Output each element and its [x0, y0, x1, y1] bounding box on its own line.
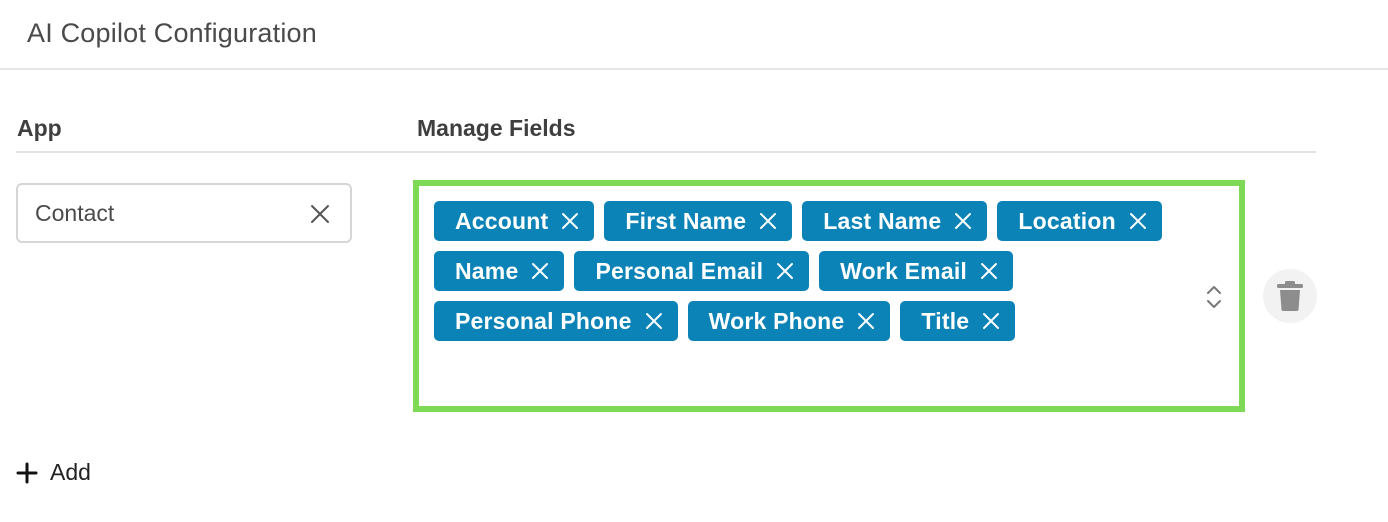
column-header-manage-fields: Manage Fields [417, 115, 576, 141]
selected-fields-list: Account First Name Last Name Location Name Pe… [434, 201, 1194, 341]
column-header-app: App [17, 115, 62, 141]
field-chip-label: Location [1018, 207, 1116, 234]
add-button[interactable]: Add [16, 459, 91, 486]
field-chip: Work Email [819, 251, 1014, 291]
field-chip-label: Account [455, 207, 549, 234]
chevron-up-down-icon[interactable] [1203, 282, 1225, 312]
field-chip-label: Name [455, 257, 519, 284]
field-chip: Name [434, 251, 565, 291]
close-icon[interactable] [981, 311, 1001, 331]
close-icon[interactable] [530, 261, 550, 281]
close-icon[interactable] [308, 202, 332, 226]
title-divider [0, 68, 1388, 70]
field-chip: Last Name [802, 201, 988, 241]
field-chip-label: Personal Phone [455, 307, 632, 334]
field-chip: First Name [604, 201, 793, 241]
close-icon[interactable] [775, 261, 795, 281]
close-icon[interactable] [1128, 211, 1148, 231]
field-chip-label: Last Name [823, 207, 942, 234]
field-chip: Personal Phone [434, 301, 678, 341]
field-chip-label: Work Email [840, 257, 968, 284]
field-chip: Account [434, 201, 595, 241]
close-icon[interactable] [758, 211, 778, 231]
field-chip: Work Phone [687, 301, 891, 341]
field-chip: Location [997, 201, 1162, 241]
add-label: Add [50, 459, 91, 485]
field-chip-label: Work Phone [708, 307, 845, 334]
field-chip: Title [900, 301, 1016, 341]
close-icon[interactable] [953, 211, 973, 231]
field-chip-label: Personal Email [595, 257, 764, 284]
field-chip-label: First Name [625, 207, 747, 234]
page-title: AI Copilot Configuration [27, 18, 317, 48]
close-icon[interactable] [979, 261, 999, 281]
field-chip-label: Title [921, 307, 970, 334]
app-select[interactable]: Contact [16, 183, 352, 243]
delete-row-button[interactable] [1263, 269, 1317, 323]
close-icon[interactable] [644, 311, 664, 331]
header-divider [16, 151, 1316, 153]
close-icon[interactable] [560, 211, 580, 231]
manage-fields-multiselect[interactable]: Account First Name Last Name Location Name Pe… [413, 180, 1245, 412]
field-chip: Personal Email [574, 251, 810, 291]
plus-icon [16, 462, 38, 483]
app-select-value: Contact [35, 199, 115, 226]
trash-icon [1277, 281, 1303, 311]
close-icon[interactable] [856, 311, 876, 331]
